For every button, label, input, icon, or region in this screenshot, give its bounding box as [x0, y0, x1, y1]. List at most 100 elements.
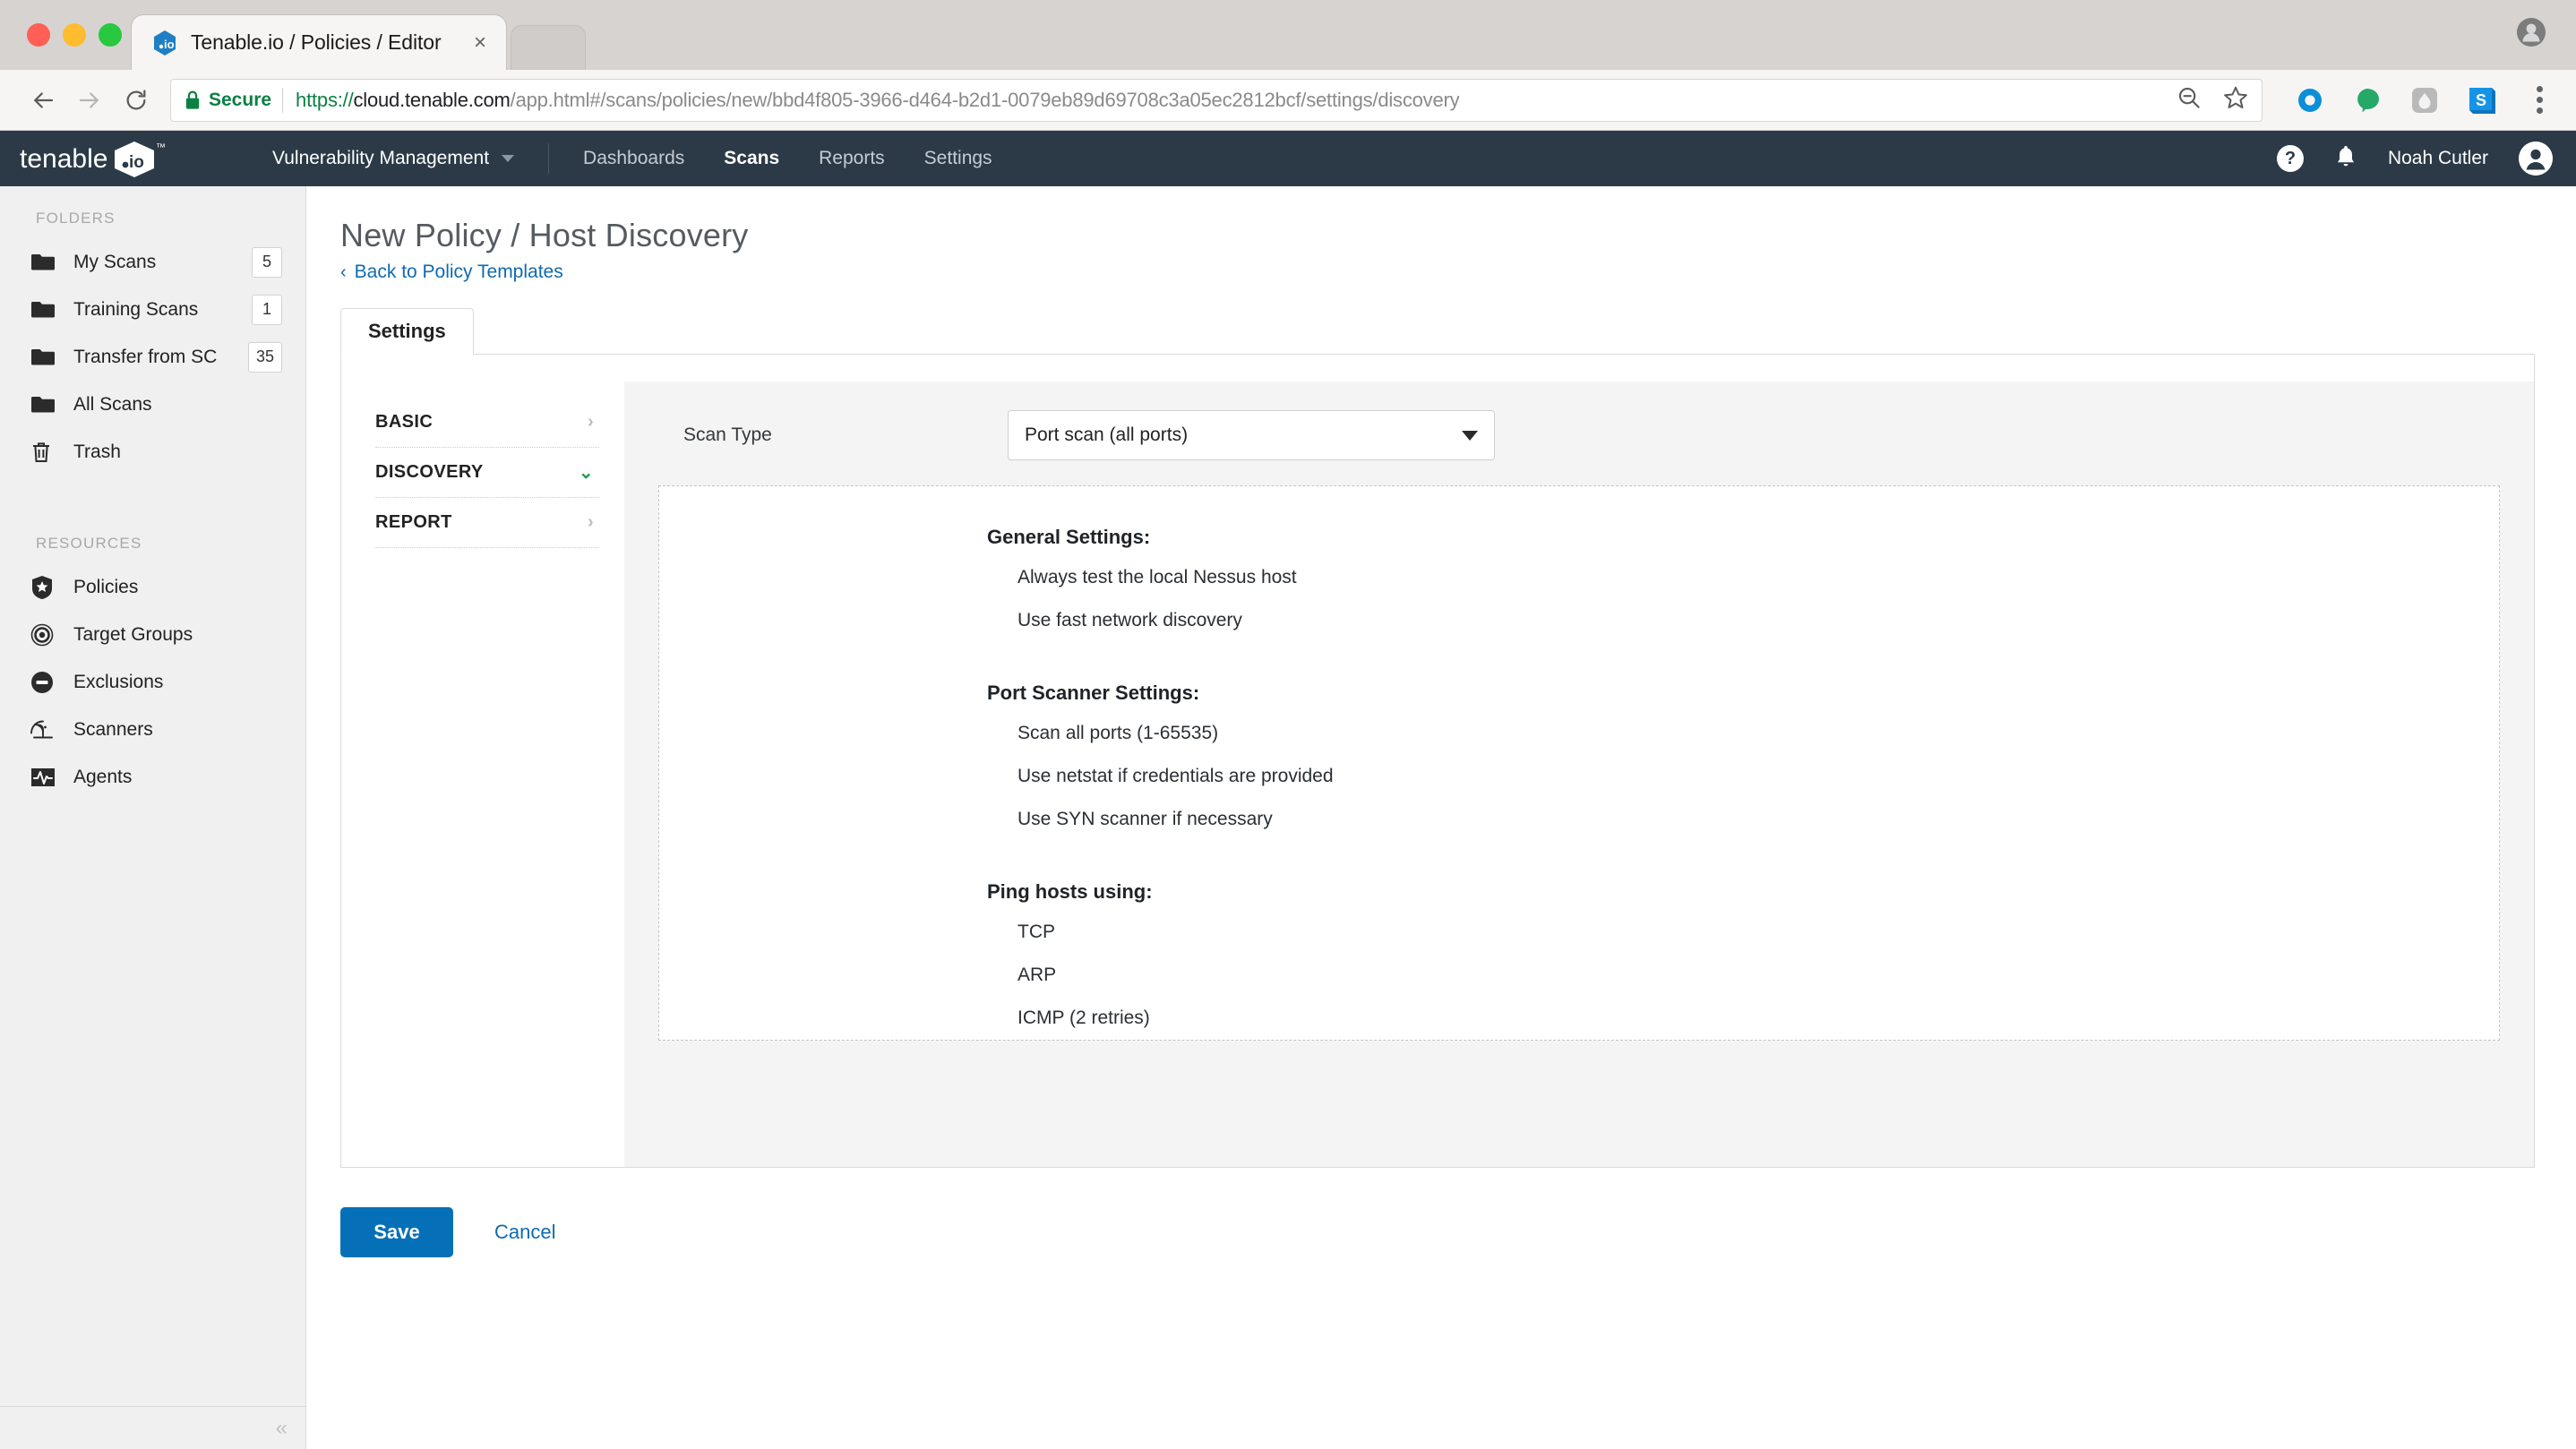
bookmark-star-icon[interactable]	[2222, 84, 2249, 116]
sidebar-section-folders: FOLDERS	[36, 210, 116, 227]
trash-icon	[30, 441, 64, 464]
nav-item-reports[interactable]: Reports	[799, 148, 905, 169]
summary-item: ICMP (2 retries)	[1018, 1007, 1150, 1028]
sidebar-item-label: My Scans	[73, 251, 157, 272]
settings-nav-basic[interactable]: BASIC ›	[375, 398, 599, 448]
target-icon	[30, 623, 64, 647]
address-bar-url: https://cloud.tenable.com/app.html#/scan…	[296, 89, 1459, 112]
extension-ring-icon[interactable]	[2293, 83, 2327, 117]
folder-icon	[30, 347, 64, 368]
sidebar-collapse-button[interactable]: «	[0, 1406, 305, 1449]
chevron-left-icon: ‹	[340, 262, 347, 282]
url-scheme: https://	[296, 88, 354, 111]
back-icon[interactable]	[20, 77, 66, 124]
summary-item: Always test the local Nessus host	[1018, 567, 1297, 587]
sidebar-item-policies[interactable]: Policies	[0, 563, 305, 611]
summary-group-title: Port Scanner Settings:	[987, 682, 1200, 704]
shield-star-icon	[30, 575, 64, 600]
scanner-icon	[30, 718, 64, 742]
settings-section-nav: BASIC › DISCOVERY ⌄ REPORT ›	[341, 382, 599, 1167]
chevron-right-icon: ›	[587, 412, 594, 432]
scan-type-select[interactable]: Port scan (all ports)	[1008, 410, 1495, 460]
browser-menu-icon[interactable]	[2522, 86, 2556, 114]
nav-product-selector[interactable]: Vulnerability Management	[272, 148, 534, 169]
browser-tab[interactable]: io Tenable.io / Policies / Editor ×	[131, 14, 507, 70]
notifications-bell-icon[interactable]	[2334, 144, 2357, 174]
sidebar-item-agents[interactable]: Agents	[0, 753, 305, 801]
sidebar-item-count: 35	[247, 341, 282, 373]
nav-item-dashboards[interactable]: Dashboards	[563, 148, 704, 169]
sidebar-item-trash[interactable]: Trash	[0, 428, 305, 476]
sidebar-item-label: Trash	[73, 441, 121, 462]
minus-circle-icon	[30, 671, 64, 694]
zoom-out-icon[interactable]	[2176, 84, 2202, 116]
discovery-settings-panel: Scan Type Port scan (all ports) General …	[624, 382, 2534, 1167]
scan-type-label: Scan Type	[683, 424, 772, 445]
chevron-down-icon: ⌄	[578, 463, 594, 483]
folder-icon	[30, 394, 64, 416]
scan-type-summary-box: General Settings: Always test the local …	[658, 485, 2500, 1041]
nav-divider	[548, 143, 550, 174]
window-maximize-button[interactable]	[99, 23, 122, 47]
svg-text:io: io	[164, 38, 175, 51]
back-to-policy-templates-link[interactable]: ‹ Back to Policy Templates	[340, 262, 563, 283]
folder-icon	[30, 252, 64, 273]
extension-chat-bubble-icon[interactable]	[2350, 83, 2384, 117]
avatar[interactable]	[2519, 141, 2553, 176]
nav-right-group: ? Noah Cutler	[2276, 141, 2553, 176]
tab-settings[interactable]: Settings	[340, 308, 474, 355]
page-title: New Policy / Host Discovery	[340, 217, 749, 253]
extension-s-cube-icon[interactable]: S	[2465, 83, 2499, 117]
settings-nav-label: BASIC	[375, 412, 434, 432]
security-status-label: Secure	[209, 89, 272, 110]
browser-tab-title: Tenable.io / Policies / Editor	[191, 30, 442, 54]
help-icon[interactable]: ?	[2276, 145, 2304, 172]
summary-group-title: Ping hosts using:	[987, 880, 1153, 903]
settings-card: BASIC › DISCOVERY ⌄ REPORT › Scan Type P…	[340, 355, 2535, 1168]
summary-item: ARP	[1018, 965, 1057, 985]
sidebar-item-scanners[interactable]: Scanners	[0, 706, 305, 753]
sidebar-item-training-scans[interactable]: Training Scans 1	[0, 286, 305, 333]
nav-item-settings[interactable]: Settings	[905, 148, 1012, 169]
sidebar-item-label: Scanners	[73, 718, 153, 740]
sidebar: FOLDERS My Scans 5 Training Scans 1 Tran…	[0, 186, 306, 1449]
omnibox-divider	[282, 87, 284, 113]
window-minimize-button[interactable]	[63, 23, 86, 47]
sidebar-item-exclusions[interactable]: Exclusions	[0, 658, 305, 706]
extension-drop-icon[interactable]	[2408, 83, 2442, 117]
browser-profile-avatar[interactable]	[2513, 14, 2549, 50]
tenable-io-logo[interactable]: tenable io ™	[20, 138, 199, 179]
sidebar-item-transfer-from-sc[interactable]: Transfer from SC 35	[0, 333, 305, 381]
settings-nav-report[interactable]: REPORT ›	[375, 498, 599, 548]
summary-group-title: General Settings:	[987, 526, 1151, 548]
nav-items: Vulnerability Management Dashboards Scan…	[272, 143, 1012, 174]
back-link-label: Back to Policy Templates	[354, 262, 563, 282]
save-button[interactable]: Save	[340, 1207, 453, 1257]
reload-icon[interactable]	[113, 77, 159, 124]
sidebar-item-count: 5	[252, 246, 282, 278]
cancel-button[interactable]: Cancel	[494, 1221, 555, 1244]
forward-icon[interactable]	[66, 77, 113, 124]
sidebar-item-label: Transfer from SC	[73, 346, 218, 367]
user-name-label: Noah Cutler	[2387, 148, 2488, 168]
sidebar-item-label: Exclusions	[73, 671, 164, 692]
new-tab-button[interactable]	[511, 25, 586, 70]
sidebar-item-my-scans[interactable]: My Scans 5	[0, 238, 305, 286]
app-top-navigation: tenable io ™ Vulnerability Management Da…	[0, 131, 2576, 186]
summary-group-ping-hosts: Ping hosts using: TCP ARP ICMP (2 retrie…	[659, 880, 2499, 1040]
window-traffic-lights	[0, 23, 122, 70]
tenable-app: tenable io ™ Vulnerability Management Da…	[0, 131, 2576, 1449]
summary-item: Scan all ports (1-65535)	[1018, 723, 1219, 743]
settings-nav-discovery[interactable]: DISCOVERY ⌄	[375, 448, 599, 498]
nav-item-scans[interactable]: Scans	[704, 148, 799, 169]
sidebar-item-label: Policies	[73, 576, 139, 597]
sidebar-item-target-groups[interactable]: Target Groups	[0, 611, 305, 658]
close-icon[interactable]: ×	[467, 30, 494, 56]
address-bar[interactable]: Secure https://cloud.tenable.com/app.htm…	[170, 78, 2263, 122]
window-close-button[interactable]	[27, 23, 50, 47]
lock-icon	[184, 90, 202, 111]
svg-text:io: io	[129, 153, 144, 172]
sidebar-item-all-scans[interactable]: All Scans	[0, 381, 305, 428]
svg-text:™: ™	[156, 142, 166, 153]
url-host: cloud.tenable.com	[353, 88, 511, 111]
